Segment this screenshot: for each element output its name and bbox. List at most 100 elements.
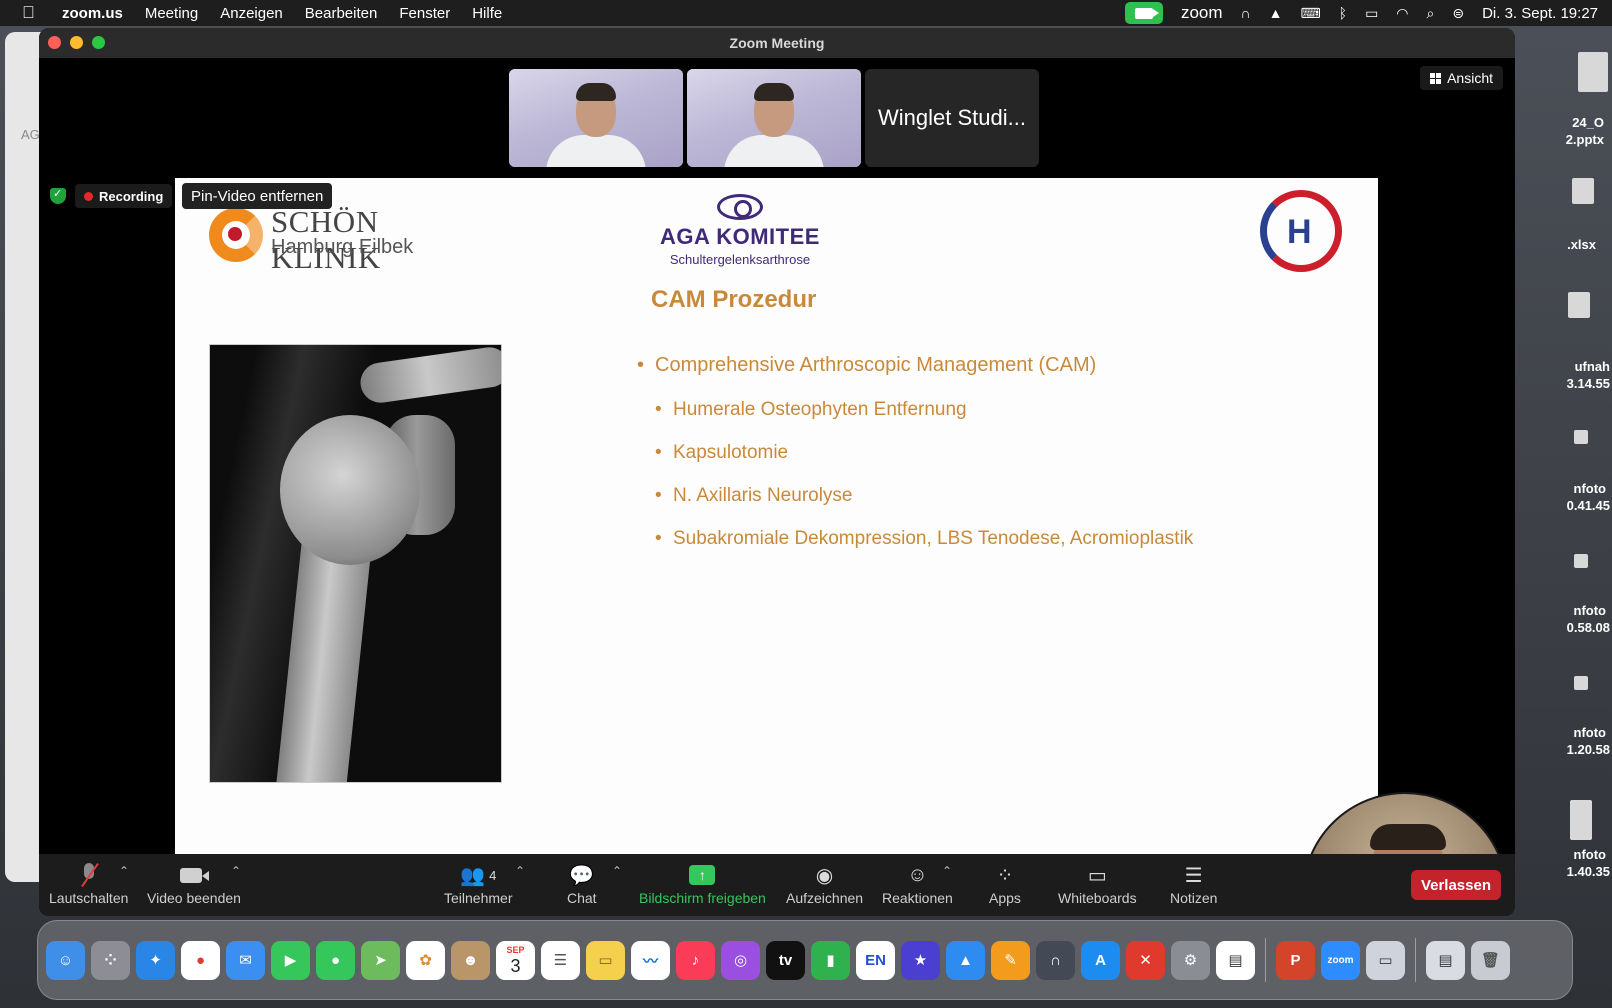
menu-bearbeiten[interactable]: Bearbeiten — [305, 5, 378, 22]
safari-icon[interactable]: ✦ — [136, 940, 175, 980]
file-thumbnail[interactable] — [1574, 430, 1588, 444]
trash-icon[interactable]: 🗑 — [1471, 940, 1510, 980]
record-button[interactable]: ◉ Aufzeichnen — [786, 862, 863, 912]
photos-icon[interactable]: ✿ — [406, 940, 445, 980]
desktop-file-label[interactable]: nfoto — [1574, 846, 1606, 863]
notes-app-icon[interactable]: ▭ — [586, 940, 625, 980]
spotlight-search-icon[interactable]: ⌕ — [1427, 5, 1435, 22]
desktop-file-label[interactable]: nfoto — [1574, 480, 1606, 497]
mute-button[interactable]: Lautschalten — [49, 862, 128, 912]
battery-icon[interactable]: ▭ — [1365, 5, 1378, 22]
keyboard-icon[interactable]: ⌨ — [1300, 5, 1320, 22]
file-thumbnail[interactable] — [1568, 292, 1590, 318]
menu-hilfe[interactable]: Hilfe — [472, 5, 502, 22]
aga-komitee-logo: AGA KOMITEE Schultergelenksarthrose — [660, 194, 820, 267]
file-thumbnail[interactable] — [1570, 800, 1592, 840]
menu-datetime[interactable]: Di. 3. Sept. 19:27 — [1482, 5, 1598, 22]
unpin-video-button[interactable]: Pin-Video entfernen — [182, 183, 333, 209]
shared-screen[interactable]: Pin-Video entfernen SCHÖN KLINIK Hamburg… — [175, 178, 1508, 916]
apps-button[interactable]: ⁘ Apps — [989, 862, 1021, 912]
launchpad-icon[interactable]: ⁘ — [91, 940, 130, 980]
music-icon[interactable]: ♪ — [676, 940, 715, 980]
notes-button[interactable]: ☰ Notizen — [1170, 862, 1217, 912]
file-thumbnail[interactable] — [1574, 554, 1588, 568]
headphones-icon[interactable]: ∩ — [1241, 5, 1251, 21]
podcasts-icon[interactable]: ◎ — [721, 940, 760, 980]
desktop-file-label[interactable]: 1.40.35 — [1567, 863, 1610, 880]
warning-triangle-icon[interactable]: ▲ — [1269, 5, 1283, 21]
desktop-file-label[interactable]: 0.58.08 — [1567, 619, 1610, 636]
file-thumbnail[interactable] — [1572, 178, 1594, 204]
reminders-icon[interactable]: ☰ — [541, 940, 580, 980]
desktop-file-label[interactable]: ufnah — [1575, 358, 1610, 375]
freeform-icon[interactable]: 〰 — [631, 940, 670, 980]
bluetooth-icon[interactable]: ᛒ — [1339, 5, 1347, 21]
remote-desktop-icon[interactable]: ✕ — [1126, 940, 1165, 980]
mute-options-chevron-icon[interactable]: ⌃ — [119, 864, 129, 878]
zoom-status-label[interactable]: zoom — [1181, 3, 1223, 23]
app-store-icon[interactable]: A — [1081, 940, 1120, 980]
desktop-file-label[interactable]: 0.41.45 — [1567, 497, 1610, 514]
desktop-file-label[interactable]: nfoto — [1574, 602, 1606, 619]
calendar-icon[interactable]: SEP 3 — [496, 940, 535, 980]
view-button-label: Ansicht — [1447, 70, 1493, 86]
downloads-stack-icon[interactable]: ▤ — [1426, 940, 1465, 980]
maps-icon[interactable]: ➤ — [361, 940, 400, 980]
whiteboards-button[interactable]: ▭ Whiteboards — [1058, 862, 1137, 912]
preview-icon[interactable]: ▭ — [1366, 940, 1405, 980]
pages-icon[interactable]: ✎ — [991, 940, 1030, 980]
desktop-file-label[interactable]: 24_O — [1572, 114, 1604, 131]
recording-indicator[interactable]: Recording — [75, 184, 173, 208]
menu-fenster[interactable]: Fenster — [399, 5, 450, 22]
wifi-icon[interactable]: ◠ — [1396, 5, 1408, 22]
encryption-shield-icon[interactable] — [50, 187, 66, 204]
participants-button[interactable]: 👥 4 Teilnehmer — [444, 862, 512, 912]
participants-options-chevron-icon[interactable]: ⌃ — [515, 864, 525, 878]
file-thumbnail[interactable] — [1578, 52, 1608, 92]
desktop-file-label[interactable]: 2.pptx — [1566, 131, 1604, 148]
desktop-file-label[interactable]: nfoto — [1574, 724, 1606, 741]
control-center-icon[interactable]: ⊜ — [1452, 5, 1464, 22]
messages-icon[interactable]: ● — [316, 940, 355, 980]
apple-menu-icon[interactable]:  — [22, 3, 44, 23]
file-thumbnail[interactable] — [1574, 676, 1588, 690]
powerpoint-icon[interactable]: P — [1276, 940, 1315, 980]
contacts-icon[interactable]: ☻ — [451, 940, 490, 980]
reactions-options-chevron-icon[interactable]: ⌃ — [942, 864, 952, 878]
menu-anzeigen[interactable]: Anzeigen — [220, 5, 283, 22]
chat-button[interactable]: 💬 Chat — [567, 862, 597, 912]
desktop-file-label[interactable]: 3.14.55 — [1567, 375, 1610, 392]
minimize-window-button[interactable] — [70, 36, 83, 49]
share-screen-button[interactable]: ↑ Bildschirm freigeben — [639, 862, 766, 912]
view-button[interactable]: Ansicht — [1420, 66, 1503, 90]
fullscreen-window-button[interactable] — [92, 36, 105, 49]
menu-meeting[interactable]: Meeting — [145, 5, 198, 22]
mail-icon[interactable]: ✉ — [226, 940, 265, 980]
leave-meeting-button[interactable]: Verlassen — [1410, 870, 1501, 900]
printer-icon[interactable]: ▤ — [1216, 940, 1255, 980]
language-app-icon[interactable]: EN — [856, 940, 895, 980]
participant-video-1[interactable] — [509, 69, 683, 167]
participant-video-2[interactable] — [687, 69, 861, 167]
system-settings-icon[interactable]: ⚙ — [1171, 940, 1210, 980]
video-button[interactable]: Video beenden — [147, 862, 241, 912]
tunnel-app-icon[interactable]: ∩ — [1036, 940, 1075, 980]
menu-app-name[interactable]: zoom.us — [62, 5, 123, 22]
video-options-chevron-icon[interactable]: ⌃ — [231, 864, 241, 878]
participant-name-tile[interactable]: Winglet Studi... — [865, 69, 1039, 167]
finder-icon[interactable]: ☺ — [46, 940, 85, 980]
chat-options-chevron-icon[interactable]: ⌃ — [612, 864, 622, 878]
close-window-button[interactable] — [48, 36, 61, 49]
desktop-file-label[interactable]: 1.20.58 — [1567, 741, 1610, 758]
camera-in-use-icon[interactable] — [1124, 2, 1163, 24]
numbers-icon[interactable]: ▮ — [811, 940, 850, 980]
window-titlebar[interactable]: Zoom Meeting — [39, 28, 1515, 58]
chrome-icon[interactable]: ● — [181, 940, 220, 980]
desktop-file-label[interactable]: .xlsx — [1567, 236, 1596, 253]
facetime-icon[interactable]: ▶ — [271, 940, 310, 980]
imovie-icon[interactable]: ★ — [901, 940, 940, 980]
apps-icon: ⁘ — [996, 864, 1014, 887]
apple-tv-icon[interactable]: tv — [766, 940, 805, 980]
keynote-icon[interactable]: ▲ — [946, 940, 985, 980]
zoom-app-icon[interactable]: zoom — [1321, 940, 1360, 980]
